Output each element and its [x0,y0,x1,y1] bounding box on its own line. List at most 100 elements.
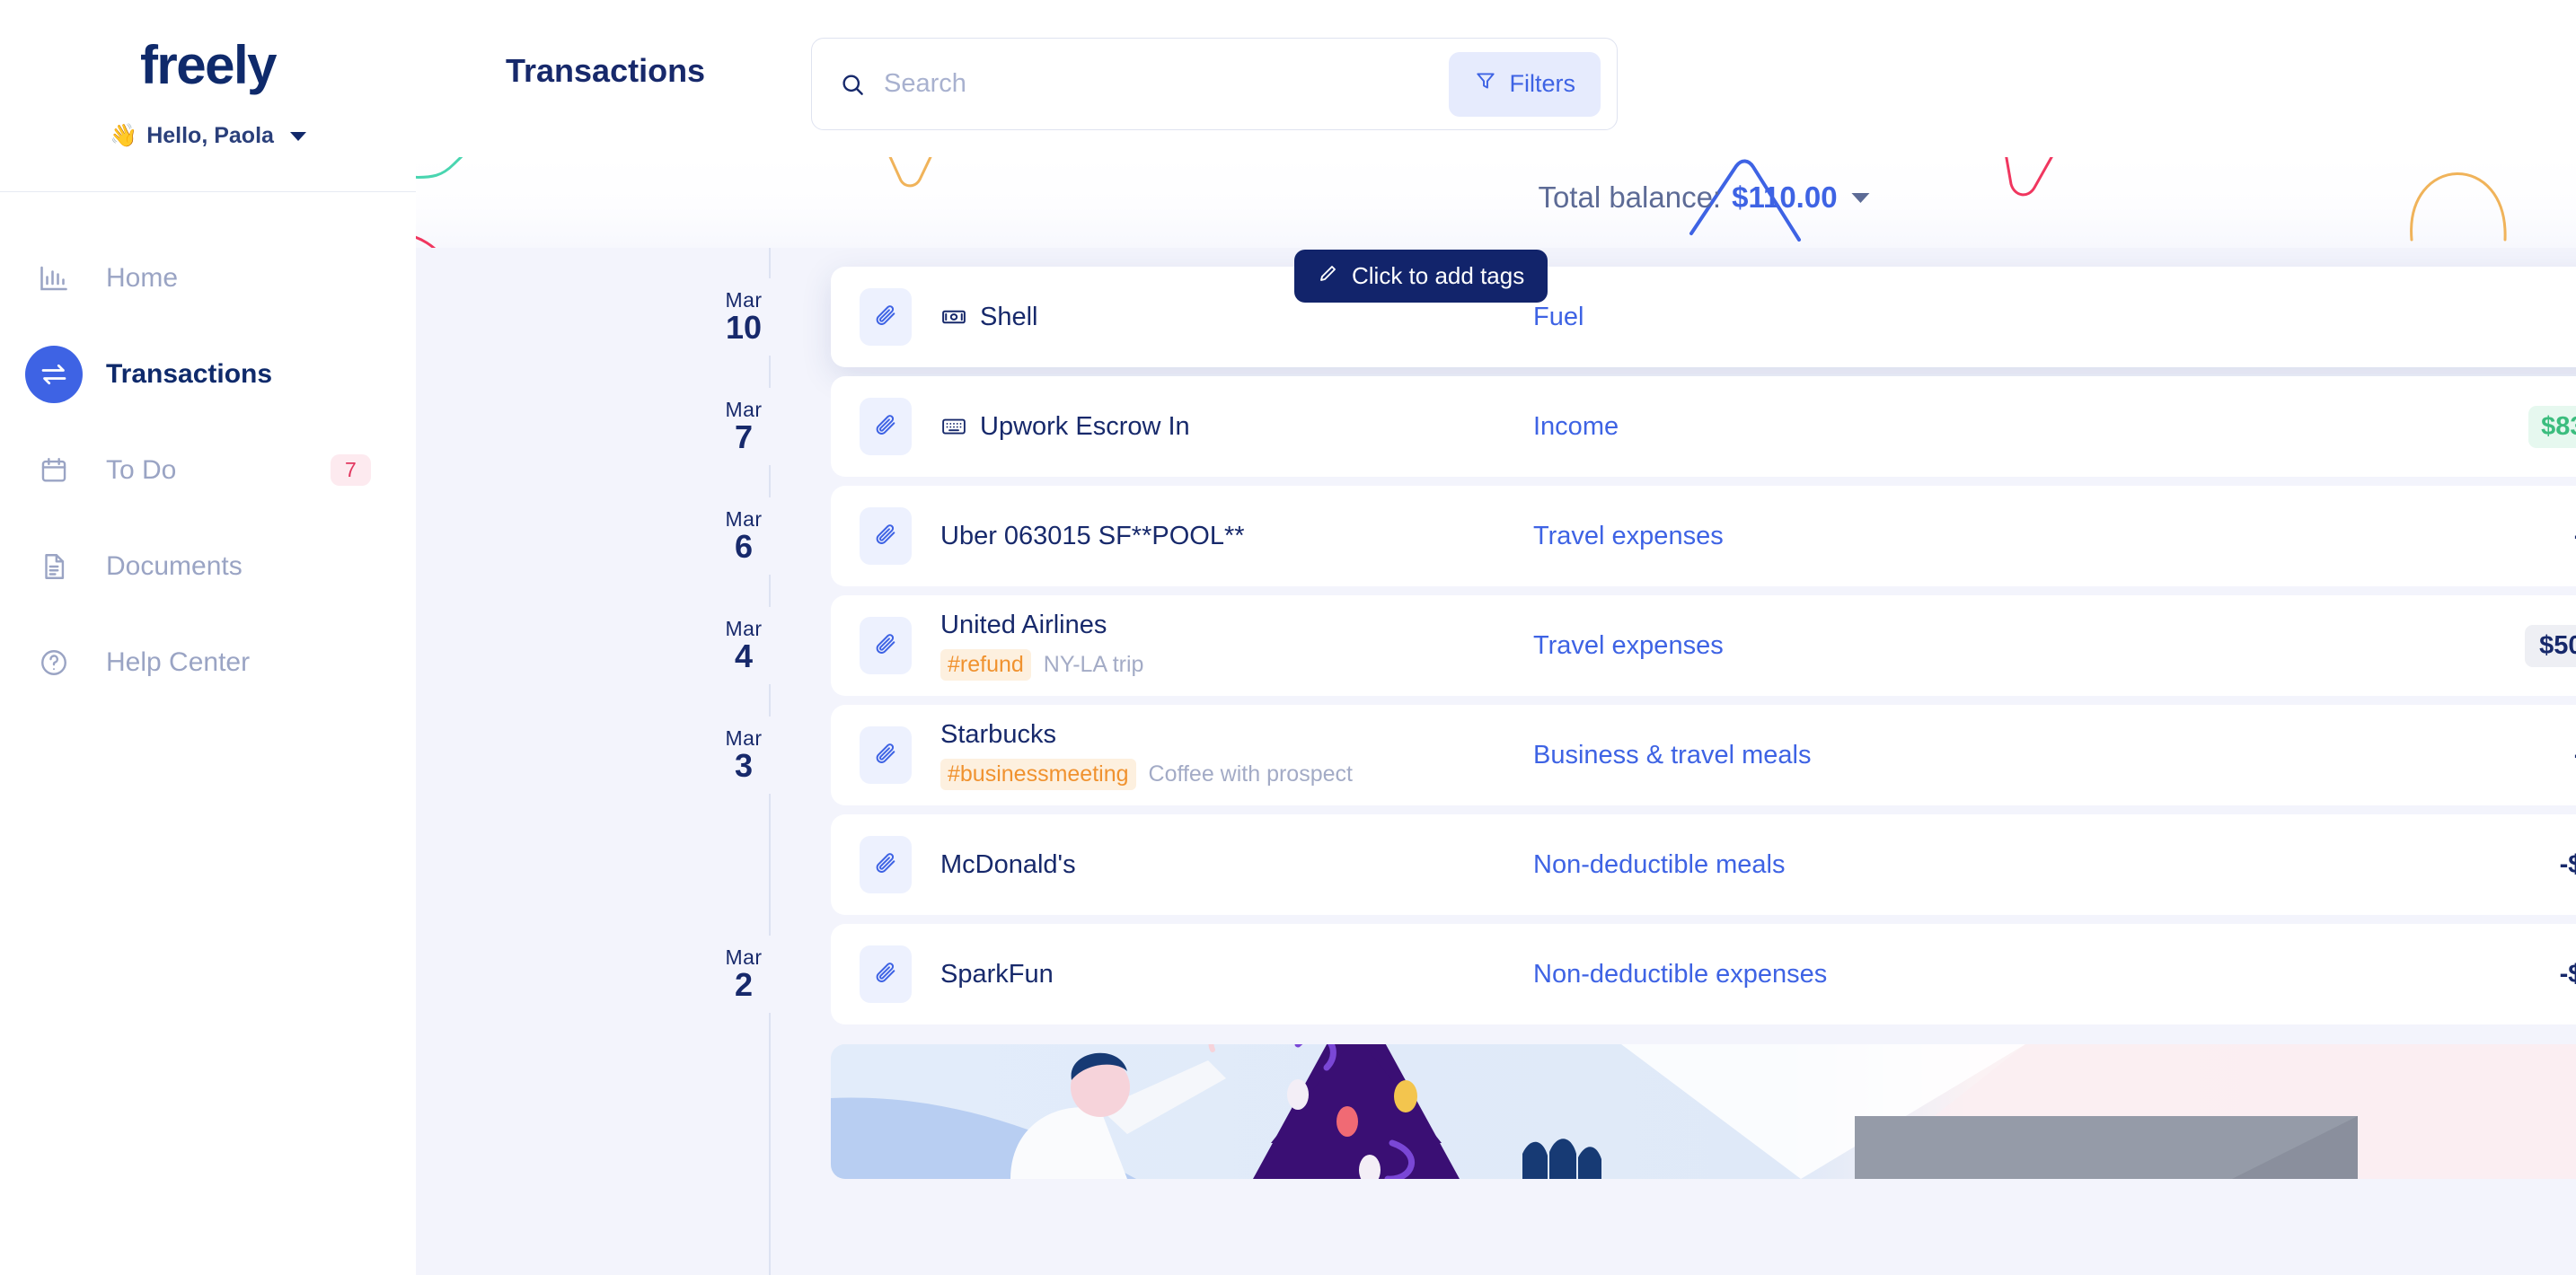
sidebar-item-label: Help Center [106,647,250,678]
bar-chart-icon [25,250,83,307]
transaction-details: Shell [940,303,1533,332]
paperclip-icon [873,850,898,880]
paperclip-icon [873,522,898,551]
filters-button[interactable]: Filters [1449,52,1601,117]
date-day: 3 [694,749,793,783]
date-day: 6 [694,530,793,564]
transaction-date: Mar7 [694,399,793,454]
search-input[interactable] [884,69,1449,99]
transaction-row[interactable]: Mar10ShellFuel-$39.12 [831,267,2576,367]
sidebar-item-documents[interactable]: Documents [0,518,416,614]
transaction-name: Starbucks [940,720,1056,750]
transaction-category[interactable]: Travel expenses [1533,631,2525,661]
date-day: 4 [694,639,793,673]
transaction-category[interactable]: Non-deductible expenses [1533,960,2560,989]
balance-strip: Total balance: $110.00 [416,157,2576,248]
tooltip-text: Click to add tags [1352,262,1524,290]
transaction-date: Mar6 [694,508,793,564]
transaction-tag[interactable]: #refund [940,649,1031,681]
app-root: freely 👋 Hello, Paola Home [0,0,2576,1275]
transaction-category[interactable]: Travel expenses [1533,522,2574,551]
attachment-clip-button[interactable] [860,398,912,455]
sidebar-item-label: Transactions [106,359,272,390]
transaction-category[interactable]: Business & travel meals [1533,741,2574,770]
transaction-subline[interactable]: #businessmeeting Coffee with prospect [940,759,1533,790]
transaction-row[interactable]: Mar6Uber 063015 SF**POOL**Travel expense… [831,486,2576,586]
sidebar-item-home[interactable]: Home [0,230,416,326]
total-balance[interactable]: Total balance: $110.00 [1538,180,1869,215]
transaction-date: Mar2 [694,946,793,1002]
greeting-text: Hello, Paola [146,123,274,149]
transaction-row[interactable]: McDonald's Non-deductible meals-$12.00 [831,814,2576,915]
transaction-date: Mar10 [694,289,793,345]
transaction-row[interactable]: Mar2SparkFunNon-deductible expenses-$89.… [831,924,2576,1024]
paperclip-icon [873,303,898,332]
transaction-category[interactable]: Fuel [1533,303,2576,332]
top-bar: Transactions Filters [416,0,2576,157]
main-area: Transactions Filters [416,0,2576,1275]
transaction-note[interactable]: Coffee with prospect [1149,761,1353,787]
attachment-clip-button[interactable] [860,288,912,346]
transaction-amount: -$12.00 [2560,850,2576,880]
transaction-name-line: Upwork Escrow In [940,412,1533,442]
transaction-details: Uber 063015 SF**POOL** [940,522,1533,551]
brand-logo[interactable]: freely [0,0,416,96]
todo-count-badge: 7 [331,454,371,486]
transaction-name-line: Starbucks [940,720,1533,750]
transaction-subline[interactable]: #refund NY-LA trip [940,649,1533,681]
filter-funnel-icon [1474,69,1497,99]
transaction-row[interactable]: Mar3Starbucks#businessmeetingCoffee with… [831,705,2576,805]
date-month: Mar [694,508,793,530]
sidebar-item-help-center[interactable]: Help Center [0,614,416,710]
date-month: Mar [694,946,793,968]
search-bar[interactable]: Filters [811,38,1618,130]
search-icon [839,71,866,98]
transaction-name: United Airlines [940,611,1107,640]
sidebar-nav: Home Transactions To Do 7 [0,192,416,710]
transaction-note[interactable]: NY-LA trip [1044,652,1144,678]
filters-label: Filters [1510,70,1576,98]
transaction-tag[interactable]: #businessmeeting [940,759,1136,790]
transaction-details: United Airlines #refund NY-LA trip [940,611,1533,681]
pencil-icon [1318,262,1339,290]
chevron-down-icon[interactable] [290,132,306,141]
transaction-name: Uber 063015 SF**POOL** [940,522,1245,551]
date-day: 2 [694,968,793,1002]
promo-illustration-card[interactable] [831,1044,2576,1179]
keyboard-icon [940,413,967,440]
attachment-clip-button[interactable] [860,726,912,784]
sidebar: freely 👋 Hello, Paola Home [0,0,416,1275]
page-title: Transactions [506,52,705,90]
attachment-clip-button[interactable] [860,617,912,674]
transactions-content: Mar10ShellFuel-$39.12Mar7Upwork Escrow I… [416,248,2576,1275]
transaction-name: SparkFun [940,960,1054,989]
document-icon [25,538,83,595]
date-day: 10 [694,311,793,345]
promo-illustration [831,1044,2576,1179]
transaction-name-line: McDonald's [940,850,1533,880]
transaction-row[interactable]: Mar4United Airlines#refundNY-LA tripTrav… [831,595,2576,696]
transaction-name-line: Shell [940,303,1533,332]
sidebar-item-transactions[interactable]: Transactions [0,326,416,422]
user-greeting[interactable]: 👋 Hello, Paola [0,123,416,149]
date-day: 7 [694,420,793,454]
transfer-arrows-icon [25,346,83,403]
transaction-list: Mar10ShellFuel-$39.12Mar7Upwork Escrow I… [416,248,2576,1024]
sidebar-item-label: Home [106,263,178,294]
transaction-amount: $500.00 [2525,625,2576,667]
chevron-down-icon[interactable] [1852,193,1870,203]
transaction-details: Upwork Escrow In [940,412,1533,442]
transaction-category[interactable]: Non-deductible meals [1533,850,2560,880]
attachment-clip-button[interactable] [860,836,912,893]
transaction-category[interactable]: Income [1533,412,2528,442]
transaction-row[interactable]: Mar7Upwork Escrow InIncome$834.41 [831,376,2576,477]
paperclip-icon [873,631,898,661]
attachment-clip-button[interactable] [860,945,912,1003]
attachment-clip-button[interactable] [860,507,912,565]
add-tags-tooltip: Click to add tags [1294,250,1548,303]
paperclip-icon [873,741,898,770]
transaction-amount: $834.41 [2528,406,2576,448]
sidebar-item-todo[interactable]: To Do 7 [0,422,416,518]
transaction-name: McDonald's [940,850,1076,880]
paperclip-icon [873,412,898,442]
